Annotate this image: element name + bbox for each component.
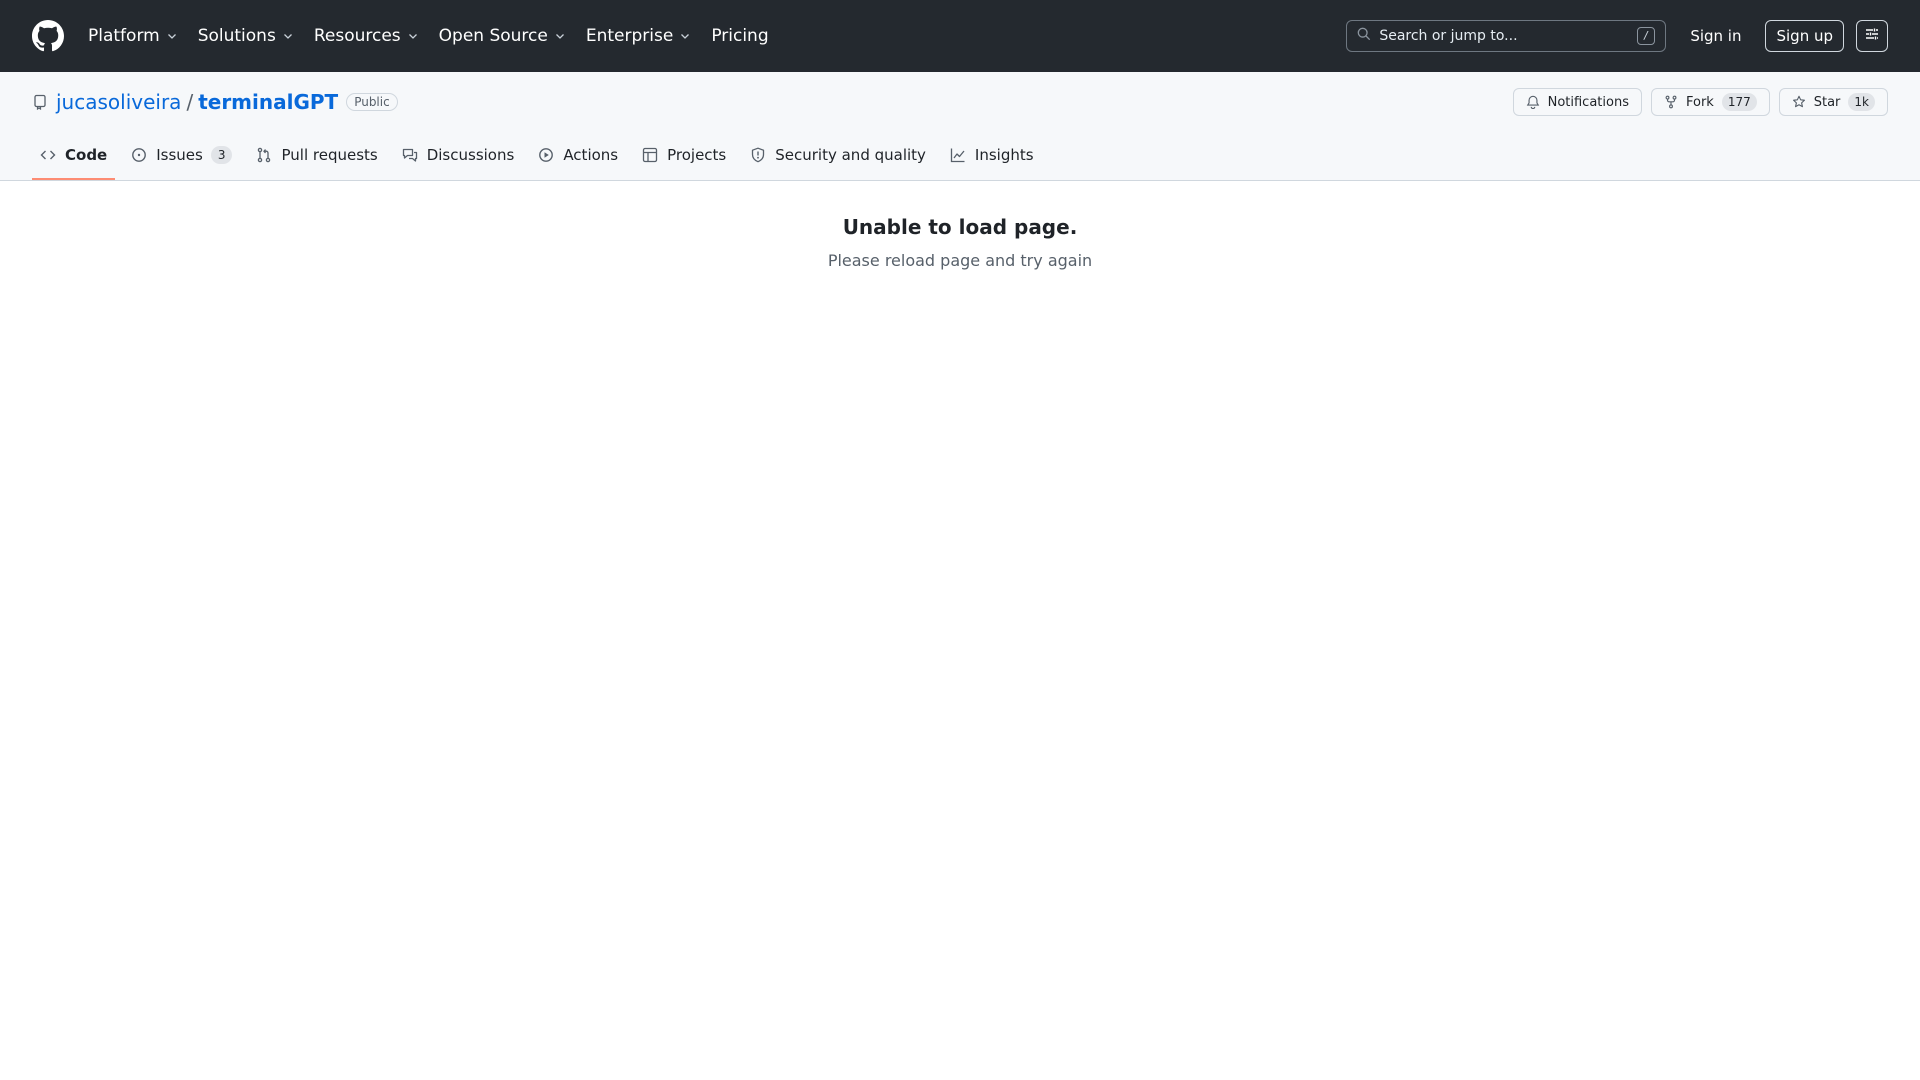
play-circle-icon: [538, 147, 554, 163]
repo-tabs: Code Issues 3 Pull requests Discussions …: [32, 132, 1888, 180]
nav-solutions[interactable]: Solutions: [198, 26, 294, 46]
tab-code[interactable]: Code: [32, 132, 116, 180]
global-nav: Platform Solutions Resources Open Source…: [88, 26, 789, 46]
visibility-badge: Public: [346, 93, 398, 111]
chevron-down-icon: [407, 30, 419, 42]
header-right: Search or jump to... / Sign in Sign up: [1346, 20, 1888, 52]
tab-projects[interactable]: Projects: [634, 132, 734, 180]
search-shortcut-key: /: [1636, 27, 1656, 45]
repo-actions: Notifications Fork 177 Star 1k: [1504, 88, 1888, 116]
tab-issues[interactable]: Issues 3: [123, 132, 240, 180]
chevron-down-icon: [679, 30, 691, 42]
bell-icon: [1526, 95, 1540, 109]
settings-menu-button[interactable]: [1856, 20, 1888, 52]
tab-pull-requests[interactable]: Pull requests: [248, 132, 385, 180]
global-header: Platform Solutions Resources Open Source…: [0, 0, 1920, 72]
chevron-down-icon: [166, 30, 178, 42]
main-content: Unable to load page. Please reload page …: [0, 181, 1920, 270]
graph-icon: [950, 147, 966, 163]
issues-count: 3: [210, 146, 233, 164]
nav-open-source[interactable]: Open Source: [439, 26, 566, 46]
table-icon: [642, 147, 658, 163]
nav-platform-label: Platform: [88, 26, 160, 46]
nav-pricing[interactable]: Pricing: [711, 26, 768, 46]
search-placeholder: Search or jump to...: [1379, 28, 1518, 44]
tab-discussions-label: Discussions: [426, 146, 515, 164]
github-logo-icon[interactable]: [32, 20, 64, 52]
nav-open-source-label: Open Source: [438, 26, 548, 46]
nav-enterprise[interactable]: Enterprise: [586, 26, 691, 46]
tab-actions[interactable]: Actions: [530, 132, 626, 180]
tab-projects-label: Projects: [667, 146, 727, 164]
error-title: Unable to load page.: [842, 215, 1078, 239]
chevron-down-icon: [282, 30, 294, 42]
issue-icon: [131, 147, 147, 163]
pull-request-icon: [256, 147, 272, 163]
fork-icon: [1664, 95, 1678, 109]
nav-resources-label: Resources: [313, 26, 401, 46]
code-icon: [40, 147, 56, 163]
notifications-button[interactable]: Notifications: [1512, 88, 1642, 116]
tab-code-label: Code: [65, 146, 108, 164]
error-subtitle: Please reload page and try again: [827, 251, 1093, 270]
repo-name-link[interactable]: terminalGPT: [198, 90, 338, 114]
tab-actions-label: Actions: [563, 146, 619, 164]
nav-pricing-label: Pricing: [711, 26, 769, 46]
tab-security[interactable]: Security and quality: [742, 132, 934, 180]
fork-count: 177: [1721, 93, 1757, 111]
search-icon: [1357, 27, 1371, 45]
notifications-label: Notifications: [1547, 94, 1629, 110]
star-count: 1k: [1848, 93, 1875, 111]
sliders-icon: [1864, 26, 1880, 46]
star-button[interactable]: Star 1k: [1778, 88, 1888, 116]
nav-resources[interactable]: Resources: [314, 26, 419, 46]
star-label: Star: [1813, 94, 1841, 110]
shield-icon: [750, 147, 766, 163]
repo-icon: [32, 94, 48, 110]
sign-up-button[interactable]: Sign up: [1765, 20, 1844, 52]
sign-in-link[interactable]: Sign in: [1678, 27, 1753, 45]
tab-insights[interactable]: Insights: [942, 132, 1042, 180]
nav-enterprise-label: Enterprise: [585, 26, 674, 46]
nav-solutions-label: Solutions: [197, 26, 276, 46]
search-input[interactable]: Search or jump to... /: [1346, 20, 1667, 52]
repo-path-separator: /: [186, 90, 194, 114]
tab-pull-requests-label: Pull requests: [281, 146, 378, 164]
fork-button[interactable]: Fork 177: [1650, 88, 1770, 116]
repo-title-row: jucasoliveira / terminalGPT Public Notif…: [32, 72, 1888, 132]
chevron-down-icon: [554, 30, 566, 42]
nav-platform[interactable]: Platform: [88, 26, 178, 46]
repo-owner-link[interactable]: jucasoliveira: [56, 90, 181, 114]
tab-security-label: Security and quality: [775, 146, 926, 164]
discussions-icon: [402, 147, 418, 163]
star-icon: [1792, 95, 1806, 109]
tab-discussions[interactable]: Discussions: [394, 132, 523, 180]
tab-issues-label: Issues: [156, 146, 203, 164]
fork-label: Fork: [1685, 94, 1714, 110]
tab-insights-label: Insights: [974, 146, 1034, 164]
repo-header: jucasoliveira / terminalGPT Public Notif…: [0, 72, 1920, 181]
